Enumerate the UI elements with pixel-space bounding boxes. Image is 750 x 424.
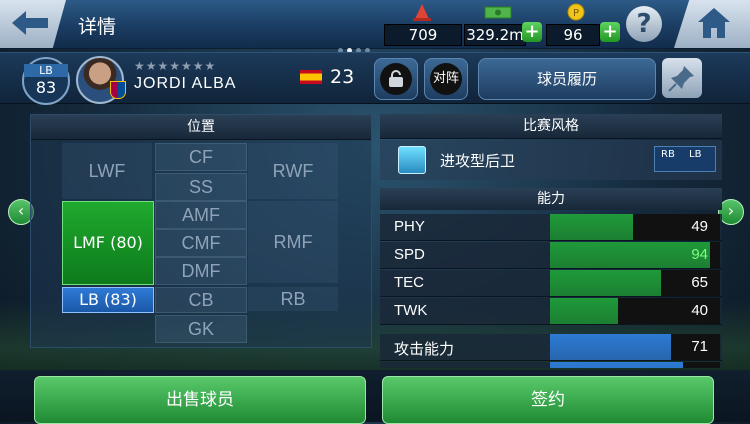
ability-heading: 能力 (380, 188, 722, 210)
position-lwf: LWF (62, 143, 152, 199)
position-panel: 位置 LWF CF SS RWF AMF CMF RMF DMF CB RB G… (30, 114, 372, 348)
coin-counter: 96 (546, 24, 600, 46)
ability-label: SPD (394, 246, 425, 263)
add-money-button[interactable]: + (522, 22, 542, 42)
chevron-right-icon: › (727, 201, 735, 220)
play-style-positions: RB LB (654, 146, 716, 172)
sign-contract-button[interactable]: 签约 (382, 376, 714, 424)
lock-icon (380, 63, 412, 95)
ability-bar-fill (550, 334, 671, 360)
cone-icon (413, 4, 431, 21)
position-cmf: CMF (155, 229, 247, 257)
ability-row: TEC 65 (380, 270, 722, 297)
ability-bar-fill (550, 270, 661, 296)
ability-bar-fill (550, 242, 710, 268)
chevron-left-icon: ‹ (17, 201, 25, 220)
position-lb-current: LB (83) (62, 287, 154, 313)
action-bar: 出售球员 签约 (0, 370, 750, 424)
ability-value: 49 (691, 218, 708, 235)
ability-value: 65 (691, 274, 708, 291)
ability-row: TWK 40 (380, 298, 722, 325)
ability-label: TEC (394, 274, 424, 291)
ability-row: 控球 78 (380, 362, 722, 368)
position-cb: CB (155, 287, 247, 313)
position-amf: AMF (155, 201, 247, 229)
matchup-button[interactable]: 对阵 (424, 58, 468, 100)
ability-row: SPD 94 (380, 242, 722, 269)
page-title: 详情 (78, 16, 117, 38)
club-badge-icon (110, 81, 126, 99)
svg-text:P: P (573, 8, 579, 19)
position-heading: 位置 (31, 115, 371, 140)
ability-value: 40 (691, 302, 708, 319)
position-lmf-highlight: LMF (80) (62, 201, 154, 285)
pin-icon (668, 66, 694, 92)
ability-value: 71 (691, 338, 708, 355)
player-position: LB (24, 64, 68, 77)
back-button[interactable] (0, 0, 66, 48)
position-dmf: DMF (155, 257, 247, 285)
position-rmf: RMF (248, 201, 338, 283)
points-counter: 709 (384, 24, 462, 46)
home-button[interactable] (674, 0, 750, 48)
matchup-label: 对阵 (430, 63, 462, 95)
player-history-button[interactable]: 球员履历 (478, 58, 656, 100)
rarity-stars: ★★★★★★★ (134, 59, 217, 73)
ability-row: 攻击能力 71 (380, 334, 722, 361)
pin-button[interactable] (662, 58, 702, 98)
play-style-tag: LB (689, 149, 702, 160)
add-coin-button[interactable]: + (600, 22, 620, 42)
nationality-flag-icon (300, 70, 322, 84)
play-style-row[interactable]: 进攻型后卫 RB LB (380, 140, 722, 180)
play-style-name: 进攻型后卫 (440, 152, 516, 170)
ability-label: 攻击能力 (394, 341, 455, 358)
coin-icon: P (567, 3, 585, 21)
position-gk: GK (155, 315, 247, 343)
stats-panel: 比赛风格 进攻型后卫 RB LB 能力 PHY 49 SPD 94 TEC 65 TWK 40… (380, 114, 722, 368)
ability-bar-fill (550, 298, 618, 324)
play-style-heading: 比赛风格 (380, 114, 722, 139)
position-cf: CF (155, 143, 247, 171)
help-button[interactable]: ? (626, 6, 662, 42)
play-style-icon (398, 146, 426, 174)
ability-label: 控球 (394, 366, 424, 368)
position-grid: LWF CF SS RWF AMF CMF RMF DMF CB RB GK L… (31, 139, 371, 347)
position-ss: SS (155, 173, 247, 201)
back-arrow-icon (12, 11, 48, 35)
player-overall: 83 (35, 78, 57, 97)
ability-value: 78 (691, 366, 708, 368)
player-name: JORDI ALBA (134, 75, 237, 92)
ability-label: PHY (394, 218, 425, 235)
position-rwf: RWF (248, 143, 338, 199)
lock-button[interactable] (374, 58, 418, 100)
position-rb: RB (248, 287, 338, 311)
money-counter: 329.2m (464, 24, 526, 46)
ability-bar-fill (550, 362, 683, 368)
top-bar: 详情 709 329.2m + P 96 + ? (0, 0, 750, 53)
player-info-row: LB 83 ★★★★★★★ JORDI ALBA 23 对阵 球员履历 (0, 52, 750, 105)
cash-icon (484, 6, 512, 19)
home-icon (698, 8, 730, 38)
ability-bar-fill (550, 214, 633, 240)
ability-row: PHY 49 (380, 214, 722, 241)
sell-player-button[interactable]: 出售球员 (34, 376, 366, 424)
ability-label: TWK (394, 302, 428, 319)
ability-value: 94 (691, 246, 708, 263)
shirt-number: 23 (330, 66, 355, 88)
question-icon: ? (636, 9, 652, 39)
player-rating-badge: LB 83 (22, 57, 70, 105)
play-style-tag: RB (661, 149, 675, 160)
